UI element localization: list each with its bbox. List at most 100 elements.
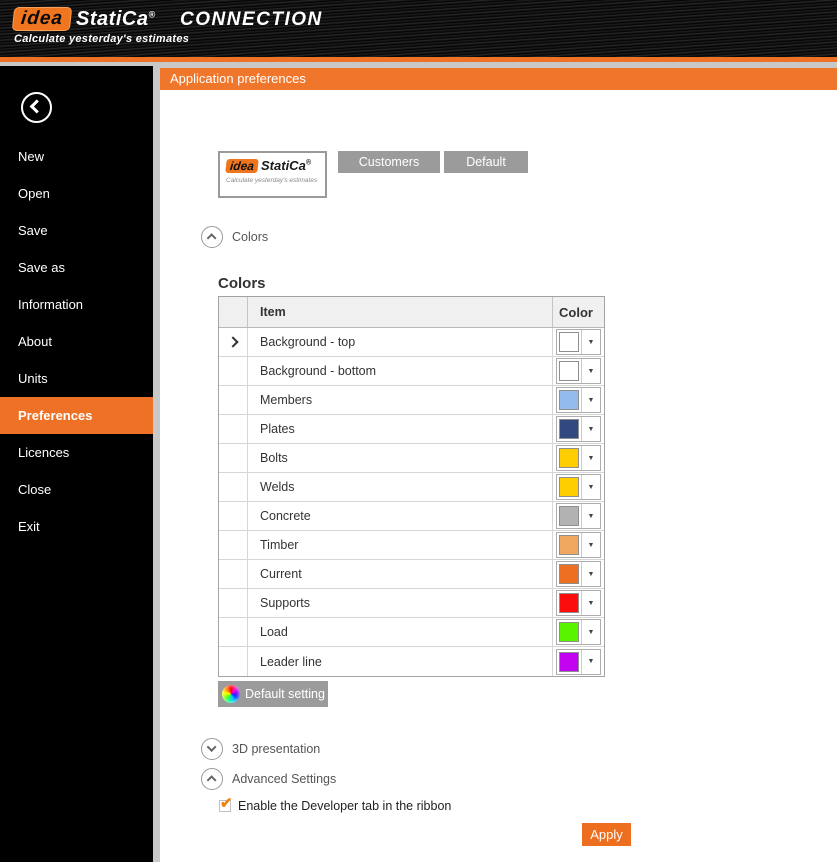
color-picker-dropdown[interactable]: ▼ — [556, 503, 601, 529]
logo-tagline-small: Calculate yesterday's estimates — [226, 177, 318, 184]
color-swatch — [559, 622, 579, 642]
default-setting-button[interactable]: Default setting — [218, 681, 328, 707]
sidebar-item-save-as[interactable]: Save as — [0, 249, 153, 286]
expand-circle — [201, 738, 223, 760]
color-picker-dropdown[interactable]: ▼ — [556, 387, 601, 413]
row-selector[interactable] — [219, 560, 248, 588]
back-button[interactable] — [21, 92, 52, 123]
accent-strip — [0, 57, 837, 62]
color-picker-dropdown[interactable]: ▼ — [556, 445, 601, 471]
chevron-up-icon — [206, 233, 218, 244]
row-selector[interactable] — [219, 473, 248, 501]
color-swatch — [559, 651, 579, 672]
row-selector[interactable] — [219, 618, 248, 646]
color-cell: ▼ — [553, 386, 604, 414]
row-selector[interactable] — [219, 386, 248, 414]
color-picker-dropdown[interactable]: ▼ — [556, 590, 601, 616]
color-swatch — [559, 332, 579, 352]
row-selector[interactable] — [219, 589, 248, 617]
statica-logo-text: StatiCa® — [76, 7, 156, 30]
row-selector[interactable] — [219, 357, 248, 385]
color-picker-dropdown[interactable]: ▼ — [556, 619, 601, 645]
chevron-down-icon: ▼ — [581, 533, 600, 557]
sidebar-item-save[interactable]: Save — [0, 212, 153, 249]
page-title: Application preferences — [160, 68, 837, 90]
chevron-left-icon — [29, 99, 44, 114]
sidebar-item-exit[interactable]: Exit — [0, 508, 153, 545]
3d-presentation-label: 3D presentation — [232, 742, 321, 756]
color-swatch — [559, 448, 579, 468]
registered-mark: ® — [148, 8, 156, 19]
developer-tab-checkbox[interactable]: ✔ — [219, 795, 233, 812]
color-cell: ▼ — [553, 618, 604, 646]
color-item-label: Background - bottom — [248, 357, 553, 385]
chevron-down-icon: ▼ — [581, 620, 600, 644]
sidebar-nav: New Open Save Save as Information About Units P… — [0, 138, 153, 545]
sidebar-item-licences[interactable]: Licences — [0, 434, 153, 471]
color-cell: ▼ — [553, 444, 604, 472]
row-selector[interactable] — [219, 328, 248, 356]
color-swatch — [559, 535, 579, 555]
idea-logo-chip: idea — [11, 7, 73, 31]
content-panel: idea StatiCa® Calculate yesterday's esti… — [160, 90, 837, 862]
sidebar-item-preferences[interactable]: Preferences — [0, 397, 153, 434]
apply-button[interactable]: Apply — [582, 823, 631, 846]
table-row: Leader line ▼ — [219, 647, 604, 676]
chevron-down-icon — [206, 742, 218, 753]
color-swatch — [559, 477, 579, 497]
sidebar-item-information[interactable]: Information — [0, 286, 153, 323]
collapse-circle — [201, 768, 223, 790]
color-item-label: Welds — [248, 473, 553, 501]
customers-logo-button[interactable]: Customers logo — [338, 151, 440, 191]
color-swatch — [559, 390, 579, 410]
chevron-up-icon — [206, 775, 218, 786]
row-selector[interactable] — [219, 444, 248, 472]
table-row: Concrete ▼ — [219, 502, 604, 531]
color-item-label: Members — [248, 386, 553, 414]
table-row: Members ▼ — [219, 386, 604, 415]
color-item-label: Current — [248, 560, 553, 588]
app-header: idea StatiCa® CONNECTION Calculate yeste… — [0, 0, 837, 57]
colors-table-body: Background - top ▼ Background - bottom ▼ Mem… — [219, 328, 604, 676]
collapse-circle — [201, 226, 223, 248]
chevron-down-icon: ▼ — [581, 649, 600, 674]
table-row: Background - bottom ▼ — [219, 357, 604, 386]
row-selector[interactable] — [219, 415, 248, 443]
color-picker-dropdown[interactable]: ▼ — [556, 474, 601, 500]
color-cell: ▼ — [553, 647, 604, 676]
color-item-label: Timber — [248, 531, 553, 559]
developer-tab-checkbox-row[interactable]: ✔ Enable the Developer tab in the ribbon — [219, 795, 451, 813]
chevron-down-icon: ▼ — [581, 562, 600, 586]
tagline: Calculate yesterday's estimates — [14, 33, 190, 45]
3d-presentation-section-toggle[interactable]: 3D presentation — [201, 738, 320, 760]
sidebar-item-about[interactable]: About — [0, 323, 153, 360]
advanced-settings-label: Advanced Settings — [232, 772, 337, 786]
color-picker-dropdown[interactable]: ▼ — [556, 329, 601, 355]
color-picker-dropdown[interactable]: ▼ — [556, 358, 601, 384]
table-row: Load ▼ — [219, 618, 604, 647]
chevron-down-icon: ▼ — [581, 475, 600, 499]
color-item-label: Supports — [248, 589, 553, 617]
sidebar-item-open[interactable]: Open — [0, 175, 153, 212]
current-row-arrow-icon — [227, 336, 239, 348]
row-selector[interactable] — [219, 531, 248, 559]
sidebar-item-close[interactable]: Close — [0, 471, 153, 508]
chevron-down-icon: ▼ — [581, 417, 600, 441]
color-picker-dropdown[interactable]: ▼ — [556, 648, 601, 675]
chevron-down-icon: ▼ — [581, 504, 600, 528]
color-swatch — [559, 419, 579, 439]
color-column-header: Color — [559, 304, 593, 320]
sidebar-item-units[interactable]: Units — [0, 360, 153, 397]
row-selector[interactable] — [219, 647, 248, 676]
color-picker-dropdown[interactable]: ▼ — [556, 532, 601, 558]
row-selector[interactable] — [219, 502, 248, 530]
color-picker-dropdown[interactable]: ▼ — [556, 561, 601, 587]
advanced-settings-section-toggle[interactable]: Advanced Settings — [201, 768, 336, 790]
sidebar-item-new[interactable]: New — [0, 138, 153, 175]
chevron-down-icon: ▼ — [581, 446, 600, 470]
colors-section-toggle[interactable]: Colors — [201, 226, 268, 248]
default-logo-button[interactable]: Default logo — [444, 151, 528, 191]
table-row: Timber ▼ — [219, 531, 604, 560]
color-picker-dropdown[interactable]: ▼ — [556, 416, 601, 442]
color-item-label: Bolts — [248, 444, 553, 472]
